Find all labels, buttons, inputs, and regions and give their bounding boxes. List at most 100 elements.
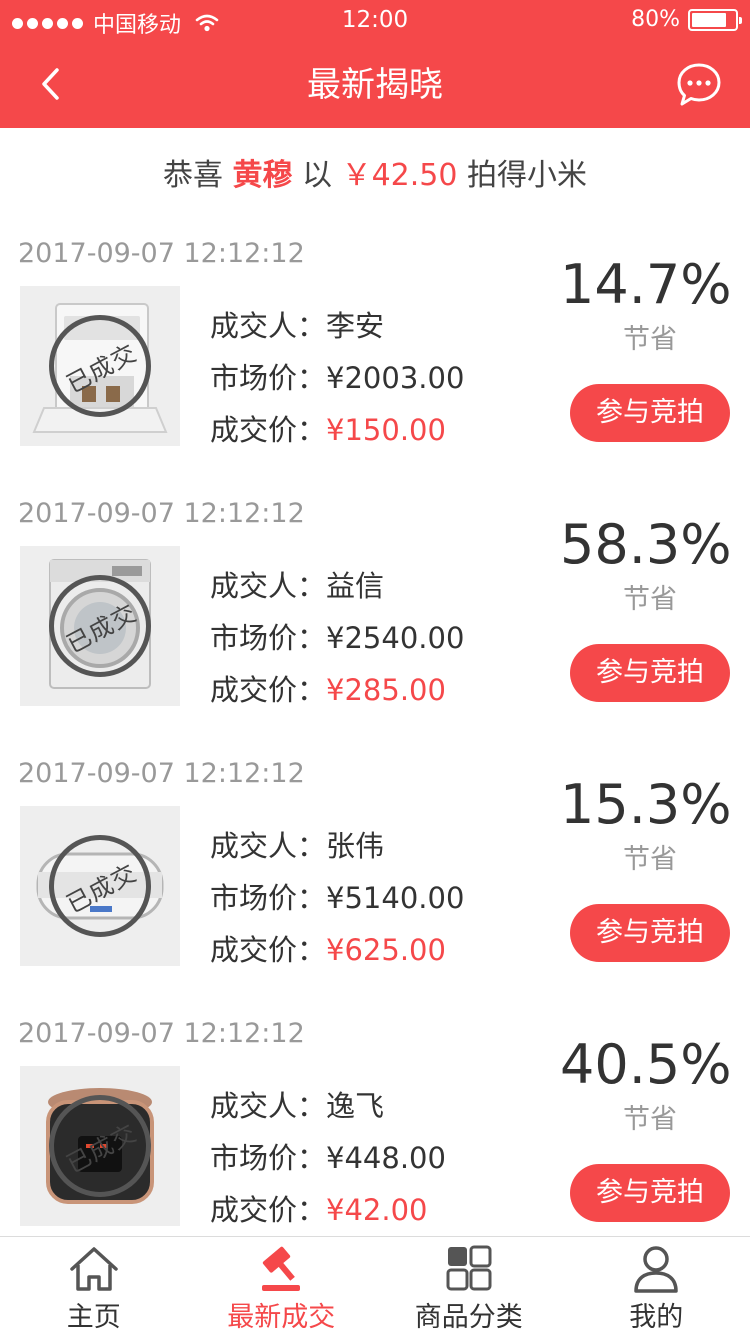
deal-info: 成交人：益信 市场价：¥2540.00 成交价：¥285.00 xyxy=(210,560,464,716)
list-item[interactable]: 2017-09-07 12:12:12 已成交 成交人：张伟 市场价：¥5140… xyxy=(0,748,750,1008)
battery-info: 80% xyxy=(631,7,742,32)
tab-categories-label: 商品分类 xyxy=(414,1302,523,1333)
deal-stamp: 已成交 xyxy=(49,315,151,417)
saving-column: 58.3% 节省 参与竞拍 xyxy=(560,512,732,702)
saving-percent: 15.3% xyxy=(560,773,732,836)
deal-price-label: 成交价： xyxy=(210,1193,327,1227)
tab-bar: 主页 最新成交 商品分类 我的 xyxy=(0,1236,750,1334)
battery-icon xyxy=(688,8,742,31)
join-auction-button[interactable]: 参与竞拍 xyxy=(570,384,730,442)
deal-info: 成交人：李安 市场价：¥2003.00 成交价：¥150.00 xyxy=(210,300,464,456)
deal-price-label: 成交价： xyxy=(210,933,327,967)
user-icon xyxy=(634,1246,678,1293)
deal-stamp: 已成交 xyxy=(49,835,151,937)
product-image[interactable]: 已成交 xyxy=(20,1066,180,1226)
deal-info: 成交人：张伟 市场价：¥5140.00 成交价：¥625.00 xyxy=(210,820,464,976)
market-price-label: 市场价： xyxy=(210,1141,327,1175)
grid-icon xyxy=(446,1245,492,1291)
market-price: ¥2003.00 xyxy=(326,361,465,395)
join-auction-button[interactable]: 参与竞拍 xyxy=(570,1164,730,1222)
saving-label: 节省 xyxy=(623,844,677,875)
deal-date: 2017-09-07 12:12:12 xyxy=(18,238,305,269)
market-price: ¥2540.00 xyxy=(326,621,465,655)
winner-prefix: 恭喜 xyxy=(162,158,223,193)
stamp-text: 已成交 xyxy=(61,598,141,659)
saving-percent: 14.7% xyxy=(560,253,732,316)
deal-price-row: 成交价：¥625.00 xyxy=(210,924,464,976)
saving-label: 节省 xyxy=(623,324,677,355)
deal-date: 2017-09-07 12:12:12 xyxy=(18,1018,305,1049)
status-bar: 中国移动 12:00 80% xyxy=(0,0,750,40)
buyer-label: 成交人： xyxy=(210,569,327,603)
buyer-row: 成交人：逸飞 xyxy=(210,1080,446,1132)
deal-price: ¥150.00 xyxy=(326,413,446,447)
buyer-name: 逸飞 xyxy=(326,1089,385,1123)
buyer-label: 成交人： xyxy=(210,829,327,863)
market-price-row: 市场价：¥5140.00 xyxy=(210,872,464,924)
tab-home-label: 主页 xyxy=(66,1302,121,1333)
deal-info: 成交人：逸飞 市场价：¥448.00 成交价：¥42.00 xyxy=(210,1080,446,1236)
market-price-label: 市场价： xyxy=(210,881,327,915)
stamp-text: 已成交 xyxy=(61,858,141,919)
deal-price-row: 成交价：¥150.00 xyxy=(210,404,464,456)
product-image[interactable]: 已成交 xyxy=(20,806,180,966)
chat-bubble-icon[interactable] xyxy=(676,62,722,108)
buyer-label: 成交人： xyxy=(210,309,327,343)
saving-column: 15.3% 节省 参与竞拍 xyxy=(560,772,732,962)
deal-date: 2017-09-07 12:12:12 xyxy=(18,498,305,529)
deal-price: ¥42.00 xyxy=(326,1193,428,1227)
saving-label: 节省 xyxy=(623,1104,677,1135)
gavel-icon xyxy=(262,1246,301,1291)
battery-percent: 80% xyxy=(631,7,680,32)
buyer-row: 成交人：益信 xyxy=(210,560,464,612)
deal-price-row: 成交价：¥285.00 xyxy=(210,664,464,716)
top-bar: 中国移动 12:00 80% 最新揭晓 xyxy=(0,0,750,128)
buyer-row: 成交人：李安 xyxy=(210,300,464,352)
list-item[interactable]: 2017-09-07 12:12:12 已成交 成交人：李安 市场价：¥2003… xyxy=(0,228,750,488)
page-title: 最新揭晓 xyxy=(307,65,443,105)
deal-stamp: 已成交 xyxy=(49,575,151,677)
winner-banner: 恭喜 黄穆 以 ￥42.50 拍得小米 xyxy=(0,150,750,202)
saving-column: 14.7% 节省 参与竞拍 xyxy=(560,252,732,442)
saving-label: 节省 xyxy=(623,584,677,615)
join-auction-button[interactable]: 参与竞拍 xyxy=(570,904,730,962)
deal-price-label: 成交价： xyxy=(210,673,327,707)
tab-latest-deals[interactable]: 最新成交 xyxy=(188,1237,376,1334)
tab-mine[interactable]: 我的 xyxy=(563,1237,750,1334)
buyer-label: 成交人： xyxy=(210,1089,327,1123)
deal-price-label: 成交价： xyxy=(210,413,327,447)
saving-percent: 40.5% xyxy=(560,1033,732,1096)
deal-price: ¥625.00 xyxy=(326,933,446,967)
market-price-label: 市场价： xyxy=(210,361,327,395)
stamp-text: 已成交 xyxy=(61,338,141,399)
winner-price: ￥42.50 xyxy=(341,158,458,193)
buyer-name: 益信 xyxy=(326,569,385,603)
deal-list: 2017-09-07 12:12:12 已成交 成交人：李安 市场价：¥2003… xyxy=(0,228,750,1268)
deal-price: ¥285.00 xyxy=(326,673,446,707)
buyer-name: 张伟 xyxy=(326,829,385,863)
buyer-name: 李安 xyxy=(326,309,385,343)
winner-mid: 以 xyxy=(302,158,333,193)
tab-mine-label: 我的 xyxy=(629,1302,684,1333)
market-price-row: 市场价：¥2003.00 xyxy=(210,352,464,404)
product-image[interactable]: 已成交 xyxy=(20,286,180,446)
join-auction-button[interactable]: 参与竞拍 xyxy=(570,644,730,702)
stamp-text: 已成交 xyxy=(61,1118,141,1179)
list-item[interactable]: 2017-09-07 12:12:12 已成交 成交人：逸飞 市场价：¥448.… xyxy=(0,1008,750,1268)
tab-latest-deals-label: 最新成交 xyxy=(227,1302,336,1333)
market-price: ¥5140.00 xyxy=(326,881,465,915)
market-price-label: 市场价： xyxy=(210,621,327,655)
market-price-row: 市场价：¥2540.00 xyxy=(210,612,464,664)
tab-home[interactable]: 主页 xyxy=(0,1237,188,1334)
product-image[interactable]: 已成交 xyxy=(20,546,180,706)
market-price-row: 市场价：¥448.00 xyxy=(210,1132,446,1184)
saving-percent: 58.3% xyxy=(560,513,732,576)
list-item[interactable]: 2017-09-07 12:12:12 已成交 成交人：益信 市场价：¥2540… xyxy=(0,488,750,748)
winner-suffix: 拍得小米 xyxy=(467,158,588,193)
market-price: ¥448.00 xyxy=(326,1141,446,1175)
deal-price-row: 成交价：¥42.00 xyxy=(210,1184,446,1236)
deal-stamp: 已成交 xyxy=(49,1095,151,1197)
winner-name: 黄穆 xyxy=(232,158,293,193)
buyer-row: 成交人：张伟 xyxy=(210,820,464,872)
tab-categories[interactable]: 商品分类 xyxy=(375,1237,563,1334)
